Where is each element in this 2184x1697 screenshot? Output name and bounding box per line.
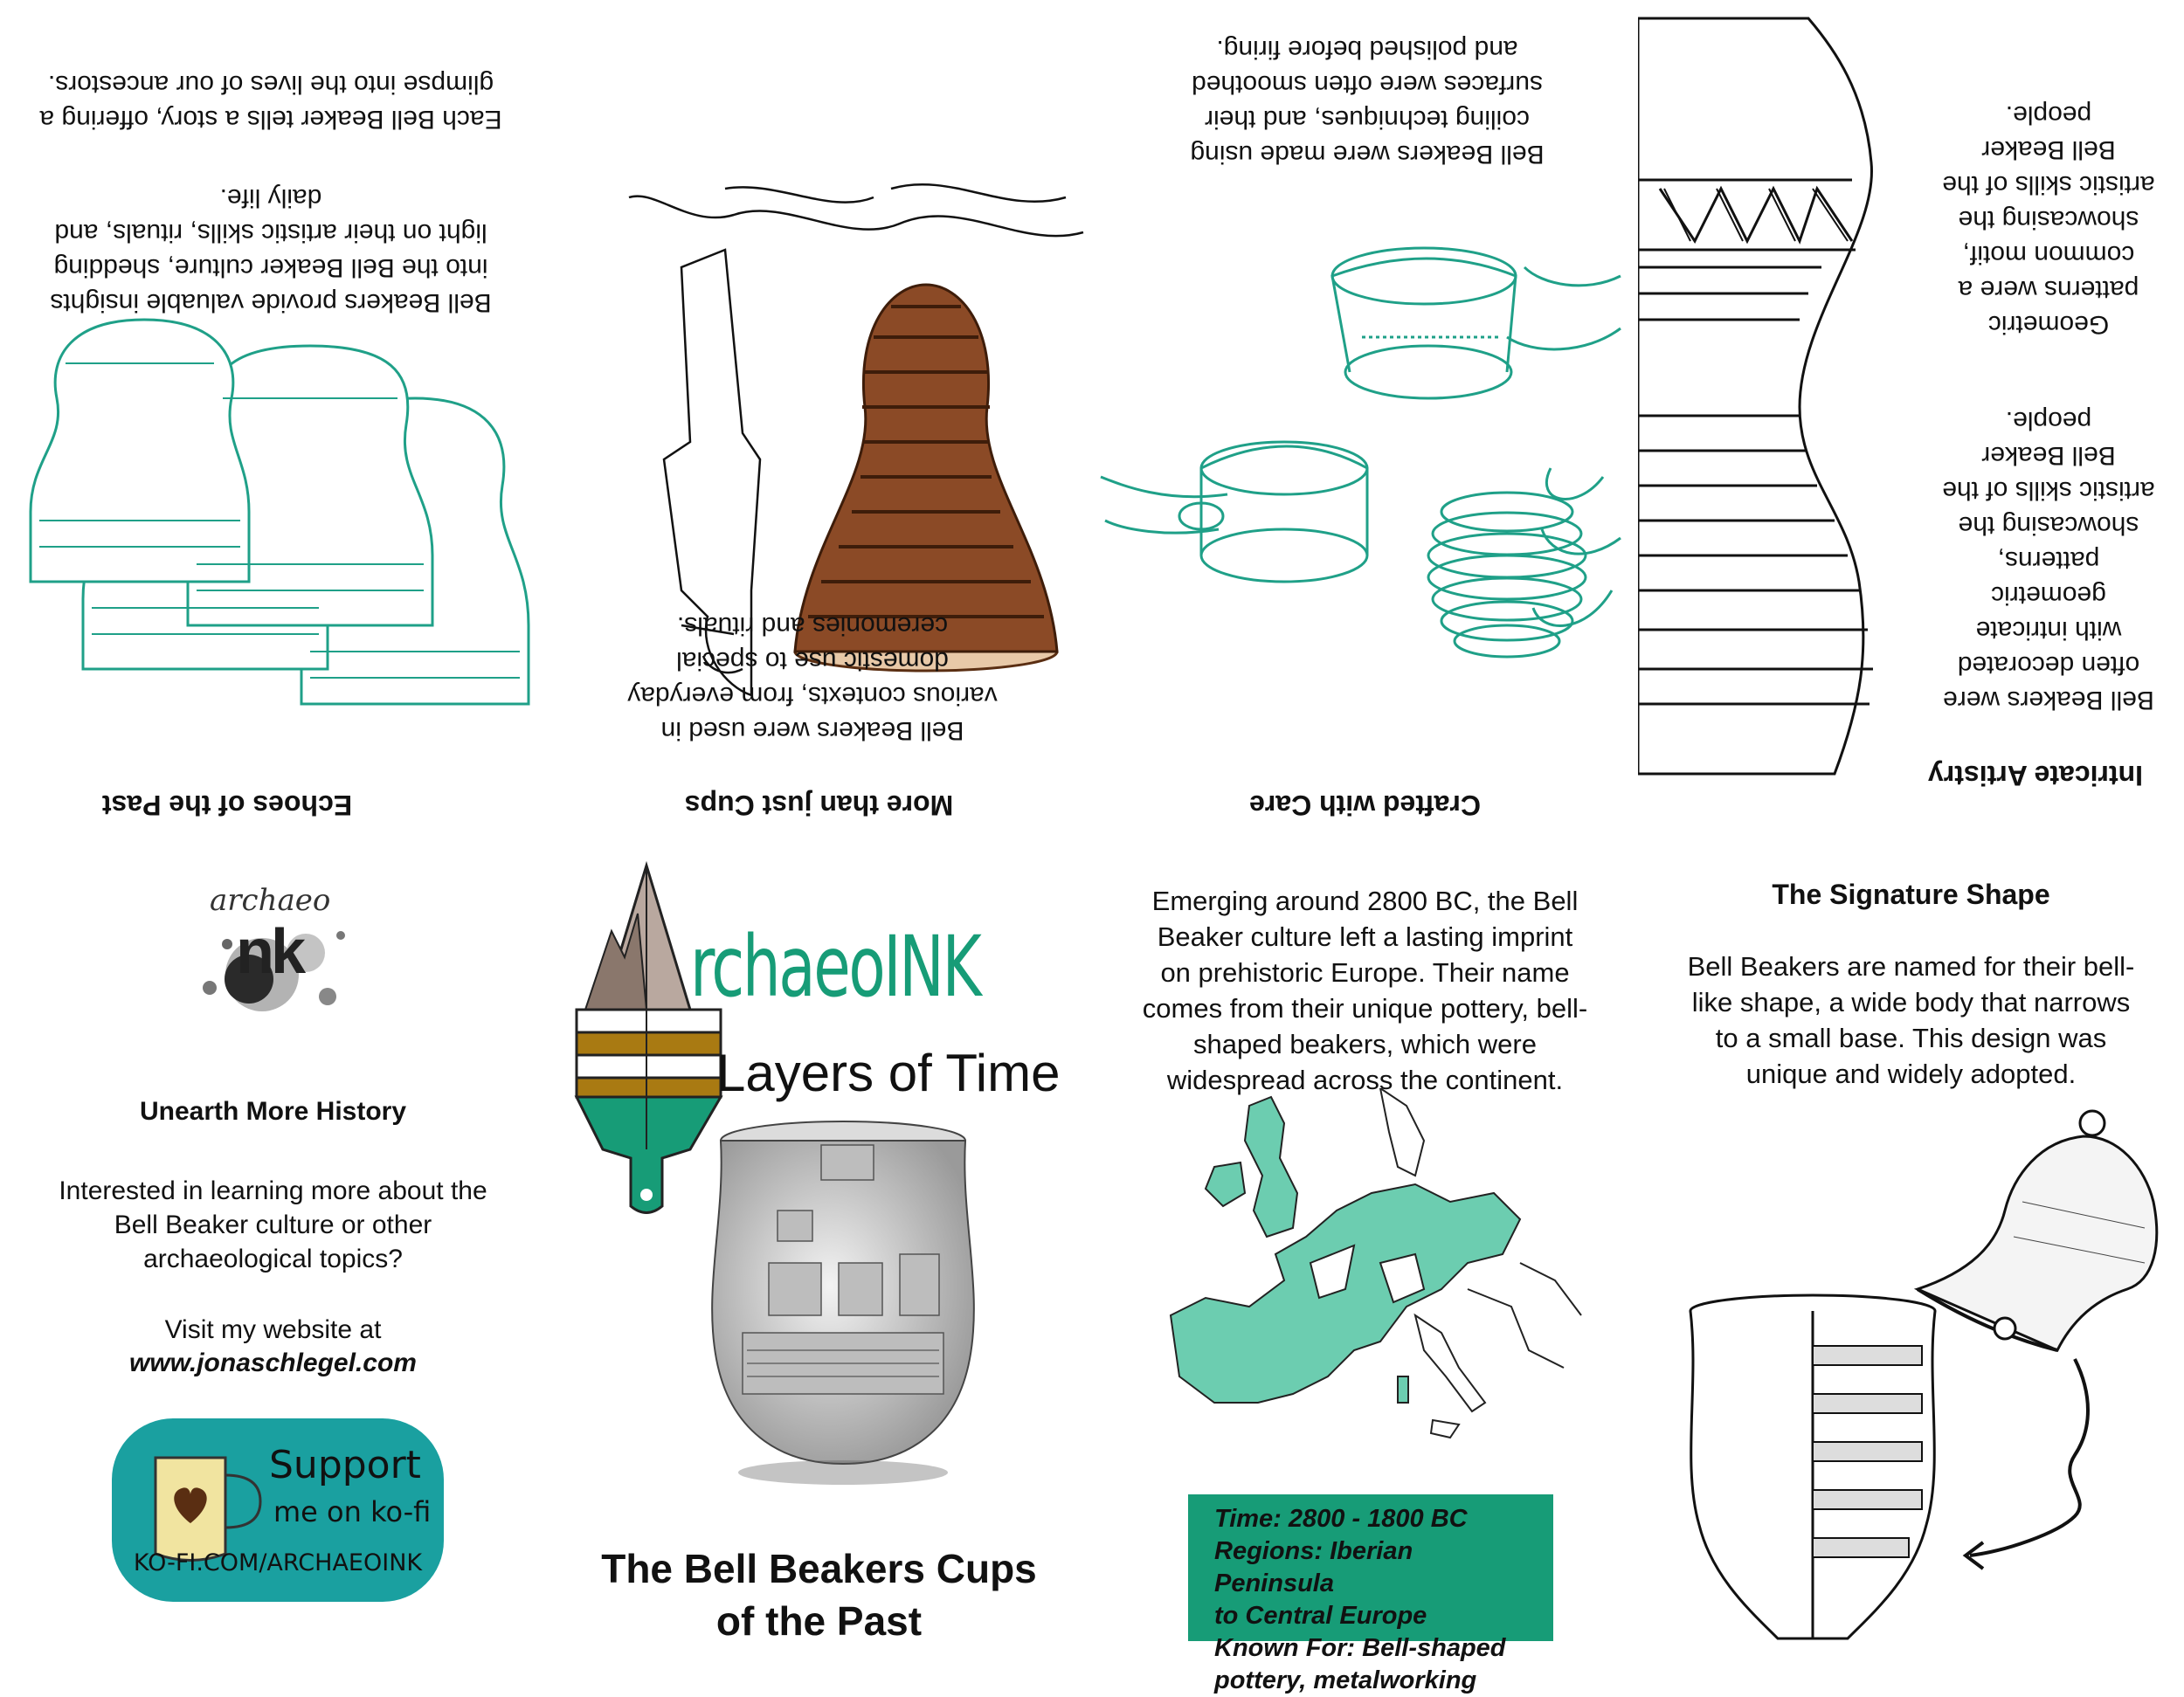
kofi-line1: Support (269, 1443, 421, 1487)
kofi-line2: me on ko-fi (273, 1495, 432, 1528)
panel-intricate-artistry: Intricate Artistry Bell Beakers were oft… (1638, 0, 2184, 844)
signature-text: Bell Beakers are named for their bell-li… (1687, 951, 2135, 1089)
echoes-heading: Echoes of the Past (101, 790, 353, 821)
intro-text: Emerging around 2800 BC, the Bell Beaker… (1142, 886, 1588, 1095)
intricate-text-b: Geometric patterns were a common motif, … (1942, 100, 2155, 339)
panel-unearth-more-history: archaeo nk Unearth More History Interest… (0, 844, 546, 1687)
echoes-text-a: Bell Beakers provide valuable insights i… (50, 183, 492, 317)
fact-known-for: Known For: Bell-shaped (1214, 1634, 1506, 1662)
cover-title-line2: of the Past (715, 1598, 923, 1644)
echoes-text-b: Each Bell Beaker tells a story, offering… (39, 70, 502, 134)
cups-heading: More than just Cups (684, 790, 954, 821)
unearth-text: Interested in learning more about the Be… (59, 1176, 487, 1273)
website-link[interactable]: www.jonaschlegel.com (0, 1349, 546, 1378)
cover-title-line1: The Bell Beakers Cups (601, 1546, 1037, 1591)
bell-and-beaker-illustration (1689, 1109, 2159, 1640)
brand-name: rchaeoINK (690, 918, 982, 1016)
small-logo-letters: nk (236, 917, 306, 987)
intricate-text-a: Bell Beakers were often decorated with i… (1942, 406, 2155, 714)
panel-echoes-of-the-past: Echoes of the Past Bell Beakers provide … (0, 0, 546, 844)
europe-distribution-map (1169, 1088, 1582, 1439)
archaeoink-small-logo: archaeo nk (175, 883, 376, 1023)
stacked-beakers-illustration (29, 318, 530, 706)
panel-signature-shape: The Signature Shape Bell Beakers are nam… (1638, 844, 2184, 1687)
facts-box: Time: 2800 - 1800 BC Regions: Iberian Pe… (1188, 1494, 1553, 1694)
cups-text: Bell Beakers were used in various contex… (627, 611, 998, 745)
fact-regions: Regions: Iberian Peninsula (1214, 1537, 1413, 1597)
panel-cover: rchaeoINK Layers of Time The Bell Beaker… (546, 844, 1092, 1687)
crafted-heading: Crafted with Care (1249, 790, 1481, 821)
signature-heading: The Signature Shape (1772, 879, 2050, 910)
crafted-text: Bell Beakers were made using coiling tec… (1190, 35, 1545, 169)
fact-time: Time: 2800 - 1800 BC (1214, 1505, 1468, 1533)
panel-more-than-cups: More than just Cups Bell Beakers were us… (546, 0, 1092, 844)
engraved-beaker-illustration (711, 1121, 975, 1485)
fact-known-for-cont: pottery, metalworking (1214, 1666, 1477, 1694)
intricate-heading: Intricate Artistry (1928, 760, 2143, 791)
panel-intro-map: Emerging around 2800 BC, the Bell Beaker… (1092, 844, 1638, 1694)
panel-crafted-with-care: Crafted with Care Bell Beakers were made… (1092, 0, 1638, 844)
fact-regions-cont: to Central Europe (1214, 1602, 1427, 1630)
kofi-url: KO-FI.COM/ARCHAEOINK (133, 1549, 423, 1576)
coiling-hands-illustration (1100, 246, 1621, 659)
cover-subtitle: Layers of Time (716, 1044, 1061, 1102)
unearth-heading: Unearth More History (139, 1097, 407, 1126)
small-logo-word: archaeo (210, 883, 331, 918)
kofi-support-badge[interactable]: Support me on ko-fi KO-FI.COM/ARCHAEOINK (112, 1418, 444, 1602)
visit-label: Visit my website at (164, 1315, 382, 1344)
